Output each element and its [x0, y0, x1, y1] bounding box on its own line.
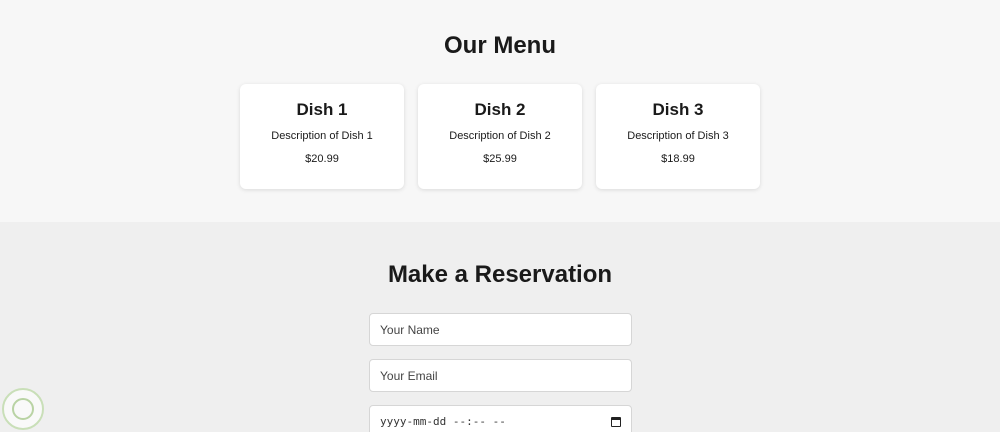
dish-name: Dish 1: [296, 100, 348, 119]
watermark-badge-icon: [2, 388, 44, 430]
dish-description: Description of Dish 2: [449, 130, 551, 142]
datetime-placeholder: yyyy-mm-dd --:-- --: [380, 415, 506, 428]
menu-section: Our Menu Dish 1 Description of Dish 1 $2…: [0, 0, 1000, 222]
menu-title: Our Menu: [444, 32, 556, 59]
dish-description: Description of Dish 1: [271, 130, 373, 142]
email-input[interactable]: [369, 359, 632, 392]
dish-card: Dish 3 Description of Dish 3 $18.99: [596, 84, 760, 189]
dish-price: $25.99: [483, 153, 517, 165]
dish-price: $20.99: [305, 153, 339, 165]
dish-card: Dish 2 Description of Dish 2 $25.99: [418, 84, 582, 189]
dish-name: Dish 2: [474, 100, 526, 119]
dish-description: Description of Dish 3: [627, 130, 729, 142]
reservation-title: Make a Reservation: [387, 261, 613, 288]
datetime-input[interactable]: yyyy-mm-dd --:-- --: [369, 405, 632, 432]
dish-card: Dish 1 Description of Dish 1 $20.99: [240, 84, 404, 189]
reservation-section: Make a Reservation yyyy-mm-dd --:-- --: [0, 222, 1000, 432]
dish-name: Dish 3: [652, 100, 704, 119]
watermark-inner-ring: [12, 398, 34, 420]
name-input[interactable]: [369, 313, 632, 346]
dish-price: $18.99: [661, 153, 695, 165]
calendar-icon[interactable]: [611, 416, 621, 427]
